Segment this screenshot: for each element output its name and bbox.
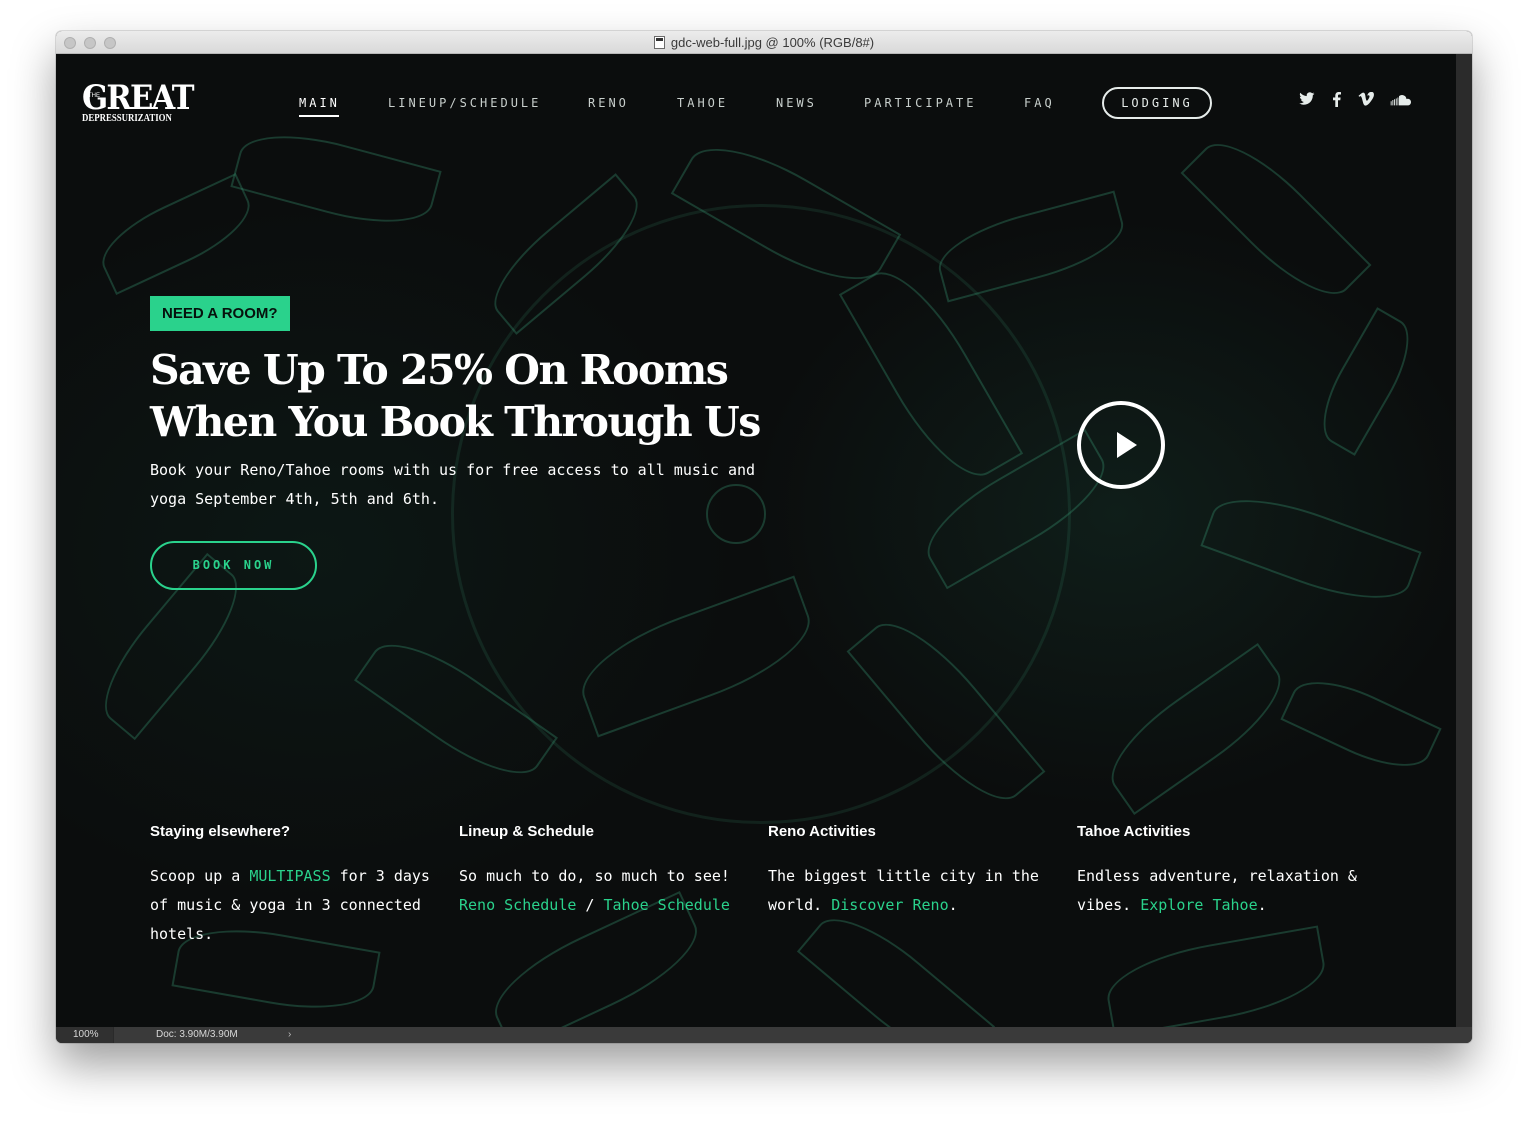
column-text: . [948, 896, 958, 914]
status-menu-arrow[interactable]: › [288, 1027, 291, 1043]
column-heading: Staying elsewhere? [150, 823, 291, 840]
column-body: The biggest little city in the world. Di… [768, 862, 1063, 920]
headline-line-1: Save Up To 25% On Rooms [150, 346, 729, 394]
headline-line-2: When You Book Through Us [150, 398, 761, 446]
info-column-reno: Reno Activities The biggest little city … [768, 822, 1063, 920]
column-text: Scoop up a [150, 867, 250, 885]
nav-reno[interactable]: RENO [588, 96, 629, 110]
explore-tahoe-link[interactable]: Explore Tahoe [1140, 896, 1257, 914]
status-bar: 100% Doc: 3.90M/3.90M › [56, 1027, 1472, 1043]
discover-reno-link[interactable]: Discover Reno [831, 896, 948, 914]
reno-schedule-link[interactable]: Reno Schedule [459, 896, 576, 914]
nav-lineup-schedule[interactable]: LINEUP/SCHEDULE [388, 96, 541, 110]
nav-main[interactable]: MAIN [299, 96, 340, 110]
window-title-area: gdc-web-full.jpg @ 100% (RGB/8#) [56, 35, 1472, 50]
column-heading: Reno Activities [768, 823, 876, 840]
column-body: So much to do, so much to see! Reno Sche… [459, 862, 754, 920]
multipass-link[interactable]: MULTIPASS [249, 867, 330, 885]
play-icon [1117, 432, 1137, 458]
column-body: Endless adventure, relaxation & vibes. E… [1077, 862, 1372, 920]
column-text: / [576, 896, 604, 914]
window-title: gdc-web-full.jpg @ 100% (RGB/8#) [670, 35, 875, 50]
nav-active-underline [299, 115, 339, 117]
column-body: Scoop up a MULTIPASS for 3 days of music… [150, 862, 445, 949]
vertical-scrollbar[interactable] [1456, 54, 1472, 1027]
column-text: So much to do, so much to see! [459, 867, 730, 885]
book-now-button[interactable]: BOOK NOW [150, 541, 317, 590]
image-file-icon [653, 36, 665, 49]
info-column-lineup: Lineup & Schedule So much to do, so much… [459, 822, 754, 920]
app-window: gdc-web-full.jpg @ 100% (RGB/8#) GREAT T… [56, 31, 1472, 1043]
info-column-tahoe: Tahoe Activities Endless adventure, rela… [1077, 822, 1372, 920]
hero-lead-text: Book your Reno/Tahoe rooms with us for f… [150, 461, 756, 508]
nav-faq[interactable]: FAQ [1024, 96, 1055, 110]
vimeo-icon[interactable] [1358, 91, 1374, 110]
title-bar: gdc-web-full.jpg @ 100% (RGB/8#) [56, 31, 1472, 54]
document-size: Doc: 3.90M/3.90M [156, 1029, 238, 1040]
need-room-badge: NEED A ROOM? [150, 296, 290, 331]
soundcloud-icon[interactable] [1390, 92, 1412, 110]
nav-tahoe[interactable]: TAHOE [677, 96, 728, 110]
webpage-canvas: GREAT THE DEPRESSURIZATION MAIN LINEUP/S… [56, 54, 1456, 1027]
hero-headline: Save Up To 25% On Rooms When You Book Th… [150, 344, 790, 448]
tahoe-schedule-link[interactable]: Tahoe Schedule [604, 896, 730, 914]
info-column-staying: Staying elsewhere? Scoop up a MULTIPASS … [150, 822, 445, 949]
zoom-level[interactable]: 100% [56, 1027, 114, 1043]
logo-small-text: THE [88, 93, 100, 99]
column-text: . [1257, 896, 1267, 914]
site-logo[interactable]: GREAT THE DEPRESSURIZATION [82, 81, 195, 124]
column-heading: Tahoe Activities [1077, 823, 1191, 840]
nav-lodging-button[interactable]: LODGING [1102, 87, 1212, 119]
twitter-icon[interactable] [1299, 92, 1315, 110]
nav-news[interactable]: NEWS [776, 96, 817, 110]
logo-subtitle: DEPRESSURIZATION [82, 113, 172, 124]
column-heading: Lineup & Schedule [459, 823, 595, 840]
play-video-button[interactable] [1077, 401, 1165, 489]
nav-participate[interactable]: PARTICIPATE [864, 96, 976, 110]
facebook-icon[interactable] [1332, 91, 1341, 111]
